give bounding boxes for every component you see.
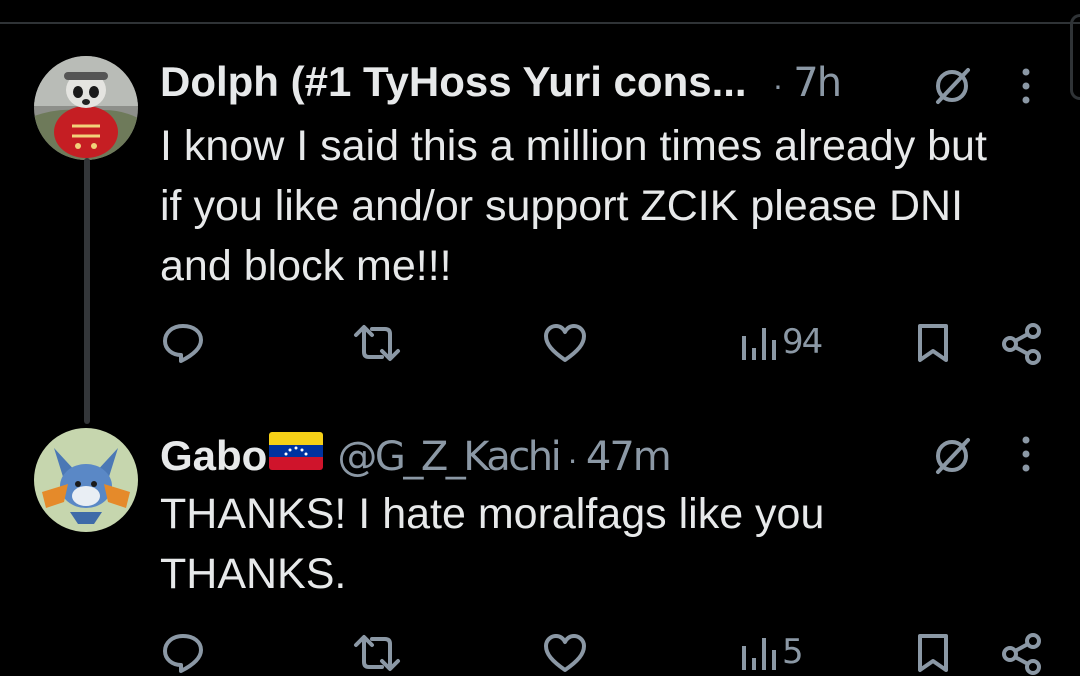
share-button[interactable] xyxy=(1000,322,1044,366)
tweet-text: I know I said this a million times alrea… xyxy=(160,122,987,290)
pokemon-avatar xyxy=(34,428,138,532)
avatar[interactable] xyxy=(34,428,138,532)
bookmark-icon xyxy=(918,324,948,362)
bookmark-button[interactable] xyxy=(914,322,952,364)
like-button[interactable] xyxy=(542,632,588,674)
more-icon[interactable] xyxy=(1020,434,1032,474)
views-count: 5 xyxy=(782,632,804,672)
tweet-text: THANKS! I hate moralfags like you THANKS… xyxy=(160,490,825,598)
reply-icon xyxy=(163,634,203,673)
user-handle[interactable]: @G_Z_Kachi xyxy=(337,434,561,480)
bookmark-button[interactable] xyxy=(914,632,952,674)
reply-icon xyxy=(163,324,203,363)
views-icon xyxy=(742,328,776,360)
top-divider xyxy=(0,22,1080,24)
timestamp[interactable]: 47m xyxy=(586,434,672,480)
separator: · xyxy=(772,67,784,103)
thread-line xyxy=(84,158,90,424)
like-button[interactable] xyxy=(542,322,588,364)
bookmark-icon xyxy=(918,634,948,672)
venezuela-flag xyxy=(269,432,324,470)
grok-icon[interactable] xyxy=(930,434,974,478)
lemur-avatar xyxy=(34,56,138,160)
avatar[interactable] xyxy=(34,56,138,160)
tweet-header: Dolph (#1 TyHoss Yuri cons... · 7h xyxy=(160,58,842,106)
separator: · xyxy=(567,441,578,477)
views-button[interactable]: 94 xyxy=(740,322,823,362)
reply-button[interactable] xyxy=(160,322,206,364)
timestamp[interactable]: 7h xyxy=(793,60,842,106)
like-icon xyxy=(544,634,586,672)
views-count: 94 xyxy=(782,322,823,362)
reply-button[interactable] xyxy=(160,632,206,674)
share-icon xyxy=(1002,323,1041,365)
retweet-icon xyxy=(354,325,400,361)
grok-icon[interactable] xyxy=(930,64,974,108)
retweet-button[interactable] xyxy=(352,322,402,364)
scrollbar[interactable] xyxy=(1070,14,1080,100)
retweet-icon xyxy=(354,635,400,671)
like-icon xyxy=(544,324,586,362)
share-button[interactable] xyxy=(1000,632,1044,676)
share-icon xyxy=(1002,633,1041,675)
views-button[interactable]: 5 xyxy=(740,632,804,672)
retweet-button[interactable] xyxy=(352,632,402,674)
display-name[interactable]: Gabo xyxy=(160,432,267,480)
display-name[interactable]: Dolph (#1 TyHoss Yuri cons... xyxy=(160,58,747,106)
more-icon[interactable] xyxy=(1020,66,1032,106)
views-icon xyxy=(742,638,776,670)
tweet-header: Gabo @G_Z_Kachi · 47m xyxy=(160,432,672,480)
